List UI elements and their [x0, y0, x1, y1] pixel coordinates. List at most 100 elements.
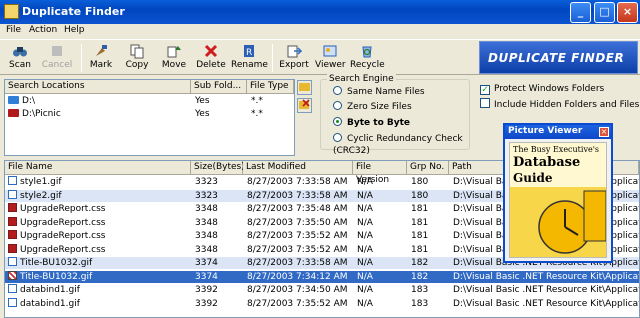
book-subtitle: The Busy Executive's [513, 145, 600, 154]
recycle-button[interactable]: Recycle [350, 42, 385, 74]
rename-button[interactable]: R Rename [231, 42, 268, 74]
cell-version: N/A [357, 190, 373, 201]
close-button[interactable]: × [617, 2, 638, 23]
viewer-button[interactable]: Viewer [315, 42, 346, 74]
menu-file[interactable]: File [6, 25, 21, 35]
cell-size: 3392 [195, 285, 218, 295]
folder-open-icon [299, 83, 310, 91]
book-title-line2: Guide [513, 171, 553, 185]
radio-zero-size[interactable]: Zero Size Files [333, 101, 412, 113]
picture-viewer-title: Picture Viewer [505, 125, 611, 139]
cancel-icon [52, 46, 62, 56]
cell-version: N/A [357, 244, 373, 255]
scan-button[interactable]: Scan [6, 42, 34, 74]
cell-path: D:\Visual Basic .NET Resource Kit\Applic… [453, 271, 639, 282]
radio-crc32[interactable]: Cyclic Redundancy Check (CRC32) [333, 133, 469, 156]
minimize-button[interactable]: _ [570, 2, 591, 23]
cell-grp: 182 [411, 271, 429, 282]
cell-modified: 8/27/2003 7:33:58 AM [247, 258, 348, 268]
sub-folder-value: Yes [195, 96, 210, 106]
remove-folder-button[interactable] [297, 98, 312, 113]
column-header-last-modified[interactable]: Last Modified [243, 161, 353, 175]
menu-help[interactable]: Help [64, 25, 85, 35]
cell-version: N/A [357, 204, 373, 214]
folder-icon [8, 96, 19, 104]
folder-icon [8, 109, 19, 117]
menu-action[interactable]: Action [29, 25, 57, 35]
table-row[interactable]: databind1.gif 3392 8/27/2003 7:35:52 AM N/A… [5, 297, 639, 310]
search-locations-list[interactable]: Search Locations Sub Fold... File Type D… [4, 79, 295, 156]
picture-viewer-window[interactable]: Picture Viewer × The Busy Executive's Da… [503, 123, 613, 263]
radio-same-name[interactable]: Same Name Files [333, 86, 425, 98]
move-button[interactable]: Move [160, 42, 188, 74]
cell-modified: 8/27/2003 7:34:12 AM [247, 271, 348, 282]
window-title: Duplicate Finder [22, 5, 125, 18]
mark-button[interactable]: Mark [88, 42, 114, 74]
toolbar-separator [272, 44, 273, 72]
column-header-size[interactable]: Size(Bytes) [191, 161, 245, 175]
export-button[interactable]: Export [278, 42, 310, 74]
move-icon [167, 46, 181, 58]
column-header-file-type[interactable]: File Type [247, 80, 294, 94]
app-logo: DUPLICATE FINDER [479, 41, 638, 74]
cell-grp: 182 [411, 258, 429, 268]
cell-modified: 8/27/2003 7:35:52 AM [247, 244, 348, 255]
add-folder-button[interactable] [297, 80, 312, 95]
rename-icon: R [244, 45, 254, 58]
location-row[interactable]: D:\Picnic Yes *.* [5, 108, 294, 121]
cell-modified: 8/27/2003 7:35:48 AM [247, 204, 348, 214]
export-icon [287, 45, 302, 58]
radio-icon [333, 86, 342, 95]
book-title-line1: Database [513, 155, 581, 170]
column-header-group-number[interactable]: Grp No. [407, 161, 449, 175]
column-header-file-name[interactable]: File Name [5, 161, 191, 175]
cell-version: N/A [357, 298, 373, 309]
cell-modified: 8/27/2003 7:33:58 AM [247, 190, 348, 201]
cancel-button[interactable]: Cancel [40, 42, 74, 74]
remove-icon [299, 99, 310, 109]
gif-file-icon [8, 297, 17, 307]
column-header-search-locations[interactable]: Search Locations [5, 80, 191, 94]
brush-icon [96, 45, 107, 56]
table-row[interactable]: Title-BU1032.gif 3374 8/27/2003 7:34:12 AM… [5, 270, 639, 283]
radio-icon [333, 101, 342, 110]
cell-path: D:\Visual Basic .NET Resource Kit\Applic… [453, 298, 639, 309]
radio-byte-to-byte[interactable]: Byte to Byte [333, 117, 410, 129]
cell-name: style1.gif [8, 176, 191, 188]
cell-version: N/A [357, 231, 373, 241]
column-header-file-version[interactable]: File Version [353, 161, 407, 185]
cell-grp: 181 [411, 204, 429, 214]
cell-size: 3348 [195, 204, 218, 214]
logo-text: DUPLICATE FINDER [488, 51, 625, 65]
css-file-icon [8, 216, 17, 226]
protect-windows-checkbox[interactable]: ✓ Protect Windows Folders [480, 83, 604, 95]
cell-size: 3392 [195, 298, 218, 309]
include-hidden-checkbox[interactable]: Include Hidden Folders and Files [480, 98, 639, 110]
delete-icon [204, 44, 218, 58]
cell-grp: 183 [411, 285, 429, 295]
cell-size: 3374 [195, 271, 218, 282]
search-engine-group: Search Engine Same Name Files Zero Size … [320, 74, 470, 156]
cell-grp: 183 [411, 298, 429, 309]
cell-name: UpgradeReport.css [8, 216, 191, 229]
cell-grp: 180 [411, 177, 429, 187]
toolbar-separator [81, 44, 82, 72]
copy-icon [130, 44, 144, 59]
column-header-sub-folders[interactable]: Sub Fold... [191, 80, 247, 94]
gif-file-icon [8, 257, 17, 266]
location-row[interactable]: D:\ Yes *.* [5, 95, 294, 108]
checkmark-icon: ✓ [480, 85, 490, 95]
marked-file-icon [8, 270, 17, 280]
cell-grp: 180 [411, 190, 429, 201]
delete-button[interactable]: Delete [196, 42, 226, 74]
cell-size: 3348 [195, 244, 218, 255]
copy-button[interactable]: Copy [123, 42, 151, 74]
cell-size: 3348 [195, 231, 218, 241]
book-cover-image: The Busy Executive's Database Guide [509, 142, 607, 258]
picture-viewer-close-button[interactable]: × [599, 127, 609, 137]
cell-modified: 8/27/2003 7:35:52 AM [247, 298, 348, 309]
table-row[interactable]: databind1.gif 3392 8/27/2003 7:34:50 AM N/A… [5, 284, 639, 296]
gif-file-icon [8, 176, 17, 185]
maximize-button[interactable]: □ [594, 2, 615, 23]
cell-version: N/A [357, 258, 373, 268]
